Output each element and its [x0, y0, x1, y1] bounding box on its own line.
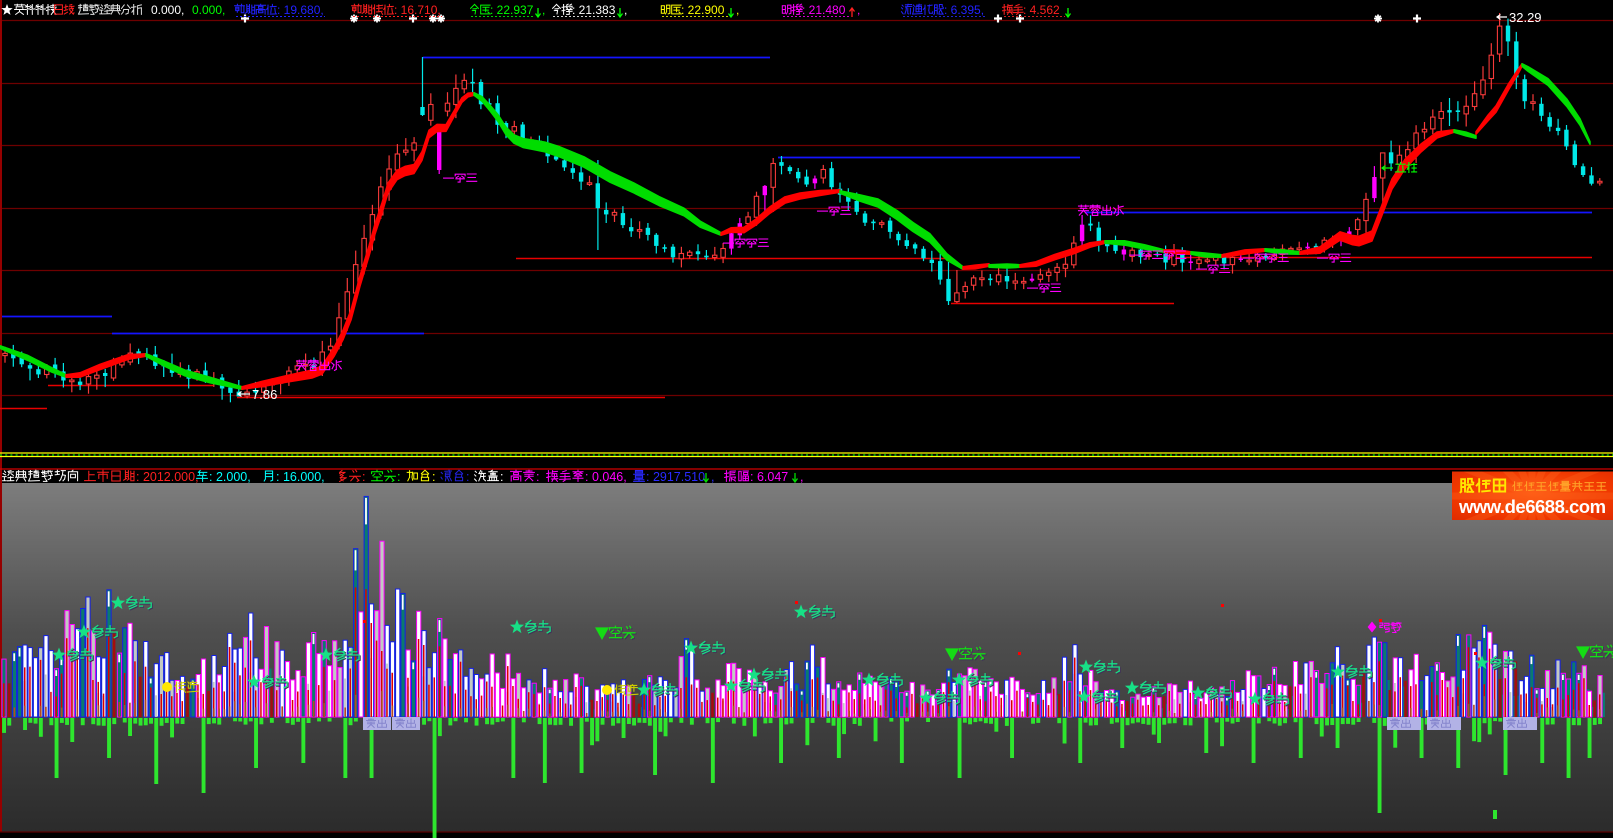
- svg-text:www.de6688.com: www.de6688.com: [1458, 496, 1606, 517]
- svg-text:32.29: 32.29: [1509, 10, 1542, 25]
- svg-text::: :: [432, 470, 435, 484]
- svg-text:: 16.710,: : 16.710,: [394, 3, 441, 17]
- svg-text:: 2012.000,: : 2012.000,: [136, 470, 199, 484]
- svg-text:,: ,: [624, 3, 627, 17]
- svg-text:: 2.000,: : 2.000,: [209, 470, 251, 484]
- svg-text:: 21.480: : 21.480: [802, 3, 846, 17]
- svg-text:,: ,: [736, 3, 739, 17]
- svg-text::: :: [500, 470, 503, 484]
- svg-text:: 16.000,: : 16.000,: [276, 470, 325, 484]
- svg-text:,: ,: [800, 470, 803, 484]
- svg-text:: 4.562: : 4.562: [1023, 3, 1060, 17]
- svg-text:: 21.383: : 21.383: [572, 3, 616, 17]
- svg-text:,: ,: [857, 3, 860, 17]
- svg-text::: :: [536, 470, 539, 484]
- svg-text:: 6.047: : 6.047: [750, 470, 788, 484]
- svg-text:: 22.937: : 22.937: [490, 3, 534, 17]
- svg-text:: 19.680,: : 19.680,: [277, 3, 324, 17]
- svg-text:: 22.900: : 22.900: [681, 3, 725, 17]
- svg-text::: :: [362, 470, 365, 484]
- svg-text::: :: [397, 470, 400, 484]
- svg-text:: 6.395,: : 6.395,: [944, 3, 984, 17]
- svg-text:0.000,: 0.000,: [151, 3, 184, 17]
- svg-text:: 2917.510: : 2917.510: [646, 470, 705, 484]
- svg-text:: 0.046,: : 0.046,: [585, 470, 627, 484]
- svg-text:,: ,: [542, 3, 545, 17]
- svg-text:0.000,: 0.000,: [192, 3, 225, 17]
- svg-text:,: ,: [711, 470, 714, 484]
- svg-text:7.86: 7.86: [252, 387, 277, 402]
- svg-text::: :: [466, 470, 469, 484]
